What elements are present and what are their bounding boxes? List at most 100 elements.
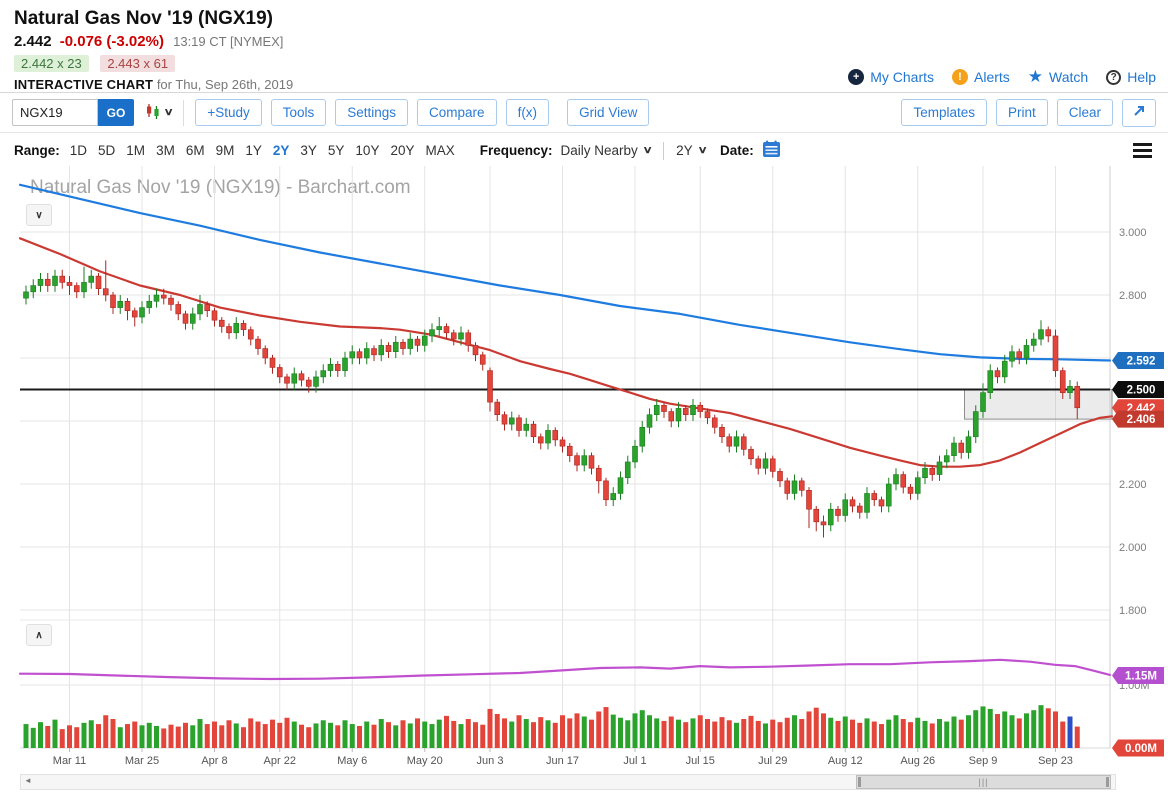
volume-bar (850, 720, 855, 748)
candle-body (67, 282, 72, 285)
volume-bar (633, 713, 638, 748)
study-button[interactable]: +Study (195, 99, 261, 126)
candle-body (328, 364, 333, 370)
range-5y[interactable]: 5Y (328, 143, 345, 158)
fx-button[interactable]: f(x) (506, 99, 550, 126)
help-link[interactable]: Help (1127, 69, 1156, 85)
candle-body (546, 430, 551, 443)
volume-bar (96, 724, 101, 748)
price-chart-svg[interactable]: Natural Gas Nov '19 (NGX19) - Barchart.c… (0, 166, 1168, 799)
range-3m[interactable]: 3M (156, 143, 175, 158)
candle-body (843, 500, 848, 516)
range-2y-active[interactable]: 2Y (273, 143, 290, 158)
expand-lower-pane-button[interactable]: ∧ (26, 624, 52, 646)
volume-bar (952, 717, 957, 749)
interactive-chart-label: INTERACTIVE CHART (14, 77, 153, 92)
volume-bar (959, 720, 964, 748)
frequency-label: Frequency: (480, 143, 553, 158)
period-dropdown[interactable]: 2Y ∨ (676, 143, 706, 158)
candle-body (96, 276, 101, 289)
candle-body (865, 493, 870, 512)
volume-bar (393, 725, 398, 748)
candle-body (386, 345, 391, 351)
price-axis-tick: 2.200 (1119, 479, 1147, 491)
chevron-down-icon: ∨ (642, 145, 652, 156)
volume-bar (328, 723, 333, 748)
scroll-left-icon[interactable]: ◄ (24, 776, 32, 785)
range-20y[interactable]: 20Y (390, 143, 414, 158)
tools-button[interactable]: Tools (271, 99, 327, 126)
settings-button[interactable]: Settings (335, 99, 408, 126)
volume-bar (1024, 713, 1029, 748)
price-tag-text: 2.592 (1127, 356, 1156, 368)
grid-view-button[interactable]: Grid View (567, 99, 649, 126)
scrollbar-left-handle[interactable] (858, 777, 861, 787)
candle-body (705, 412, 710, 418)
print-button[interactable]: Print (996, 99, 1048, 126)
volume-bar (1017, 718, 1022, 748)
volume-bar (118, 727, 123, 748)
range-5d[interactable]: 5D (98, 143, 115, 158)
range-row-divider (663, 142, 664, 160)
volume-bar (937, 719, 942, 748)
range-6m[interactable]: 6M (186, 143, 205, 158)
watch-link[interactable]: Watch (1049, 69, 1088, 85)
date-axis-label: Sep 23 (1038, 755, 1073, 767)
help-icon: ? (1106, 70, 1121, 85)
volume-bar (908, 722, 913, 748)
range-10y[interactable]: 10Y (355, 143, 379, 158)
chart-type-button[interactable]: ∨ (144, 103, 172, 123)
symbol-input[interactable] (12, 99, 98, 126)
volume-bar (430, 724, 435, 748)
volume-bar (183, 723, 188, 748)
range-1y[interactable]: 1Y (245, 143, 262, 158)
volume-bar (698, 715, 703, 748)
scrollbar-right-handle[interactable] (1106, 777, 1109, 787)
chart-scrollbar-track[interactable]: ◄ ► ||| (20, 774, 1116, 790)
range-max[interactable]: MAX (425, 143, 454, 158)
volume-bar (923, 721, 928, 748)
chevron-down-icon: ∨ (697, 145, 707, 156)
my-charts-link[interactable]: My Charts (870, 69, 934, 85)
collapse-main-pane-button[interactable]: ∨ (26, 204, 52, 226)
clear-button[interactable]: Clear (1057, 99, 1113, 126)
compare-button[interactable]: Compare (417, 99, 497, 126)
volume-bar (169, 725, 174, 748)
range-1d[interactable]: 1D (70, 143, 87, 158)
candle-body (850, 500, 855, 506)
candle-body (944, 456, 949, 462)
range-3y[interactable]: 3Y (300, 143, 317, 158)
range-1m[interactable]: 1M (126, 143, 145, 158)
volume-bar (227, 720, 232, 748)
price-row: 2.442 -0.076 (-3.02%) 13:19 CT [NYMEX] (14, 33, 1154, 50)
chart-date-label: for Thu, Sep 26th, 2019 (157, 77, 293, 92)
candle-body (908, 487, 913, 493)
volume-bar (625, 720, 630, 748)
candle-body (821, 522, 826, 525)
range-9m[interactable]: 9M (216, 143, 235, 158)
candle-body (495, 402, 500, 415)
calendar-button[interactable] (762, 140, 781, 161)
candle-body (567, 446, 572, 455)
volume-bar (988, 709, 993, 748)
date-axis-label: Jun 3 (477, 755, 504, 767)
volume-bar (995, 714, 1000, 748)
volume-bar (45, 726, 50, 748)
hamburger-menu-icon[interactable] (1131, 141, 1154, 160)
volume-bar (198, 719, 203, 748)
alerts-link[interactable]: Alerts (974, 69, 1010, 85)
candle-body (560, 440, 565, 446)
candle-body (981, 393, 986, 412)
candle-body (1046, 330, 1051, 336)
candle-body (647, 415, 652, 428)
price-tag-text: 2.500 (1127, 385, 1156, 397)
candle-body (176, 304, 181, 313)
templates-button[interactable]: Templates (901, 99, 987, 126)
volume-bar (727, 720, 732, 748)
frequency-dropdown[interactable]: Daily Nearby ∨ (561, 143, 652, 158)
go-button[interactable]: GO (98, 99, 134, 126)
volume-bar (560, 715, 565, 748)
annotation-zone-box[interactable] (965, 390, 1113, 420)
chart-scrollbar-thumb[interactable]: ||| (856, 775, 1111, 789)
expand-chart-button[interactable] (1122, 99, 1156, 127)
